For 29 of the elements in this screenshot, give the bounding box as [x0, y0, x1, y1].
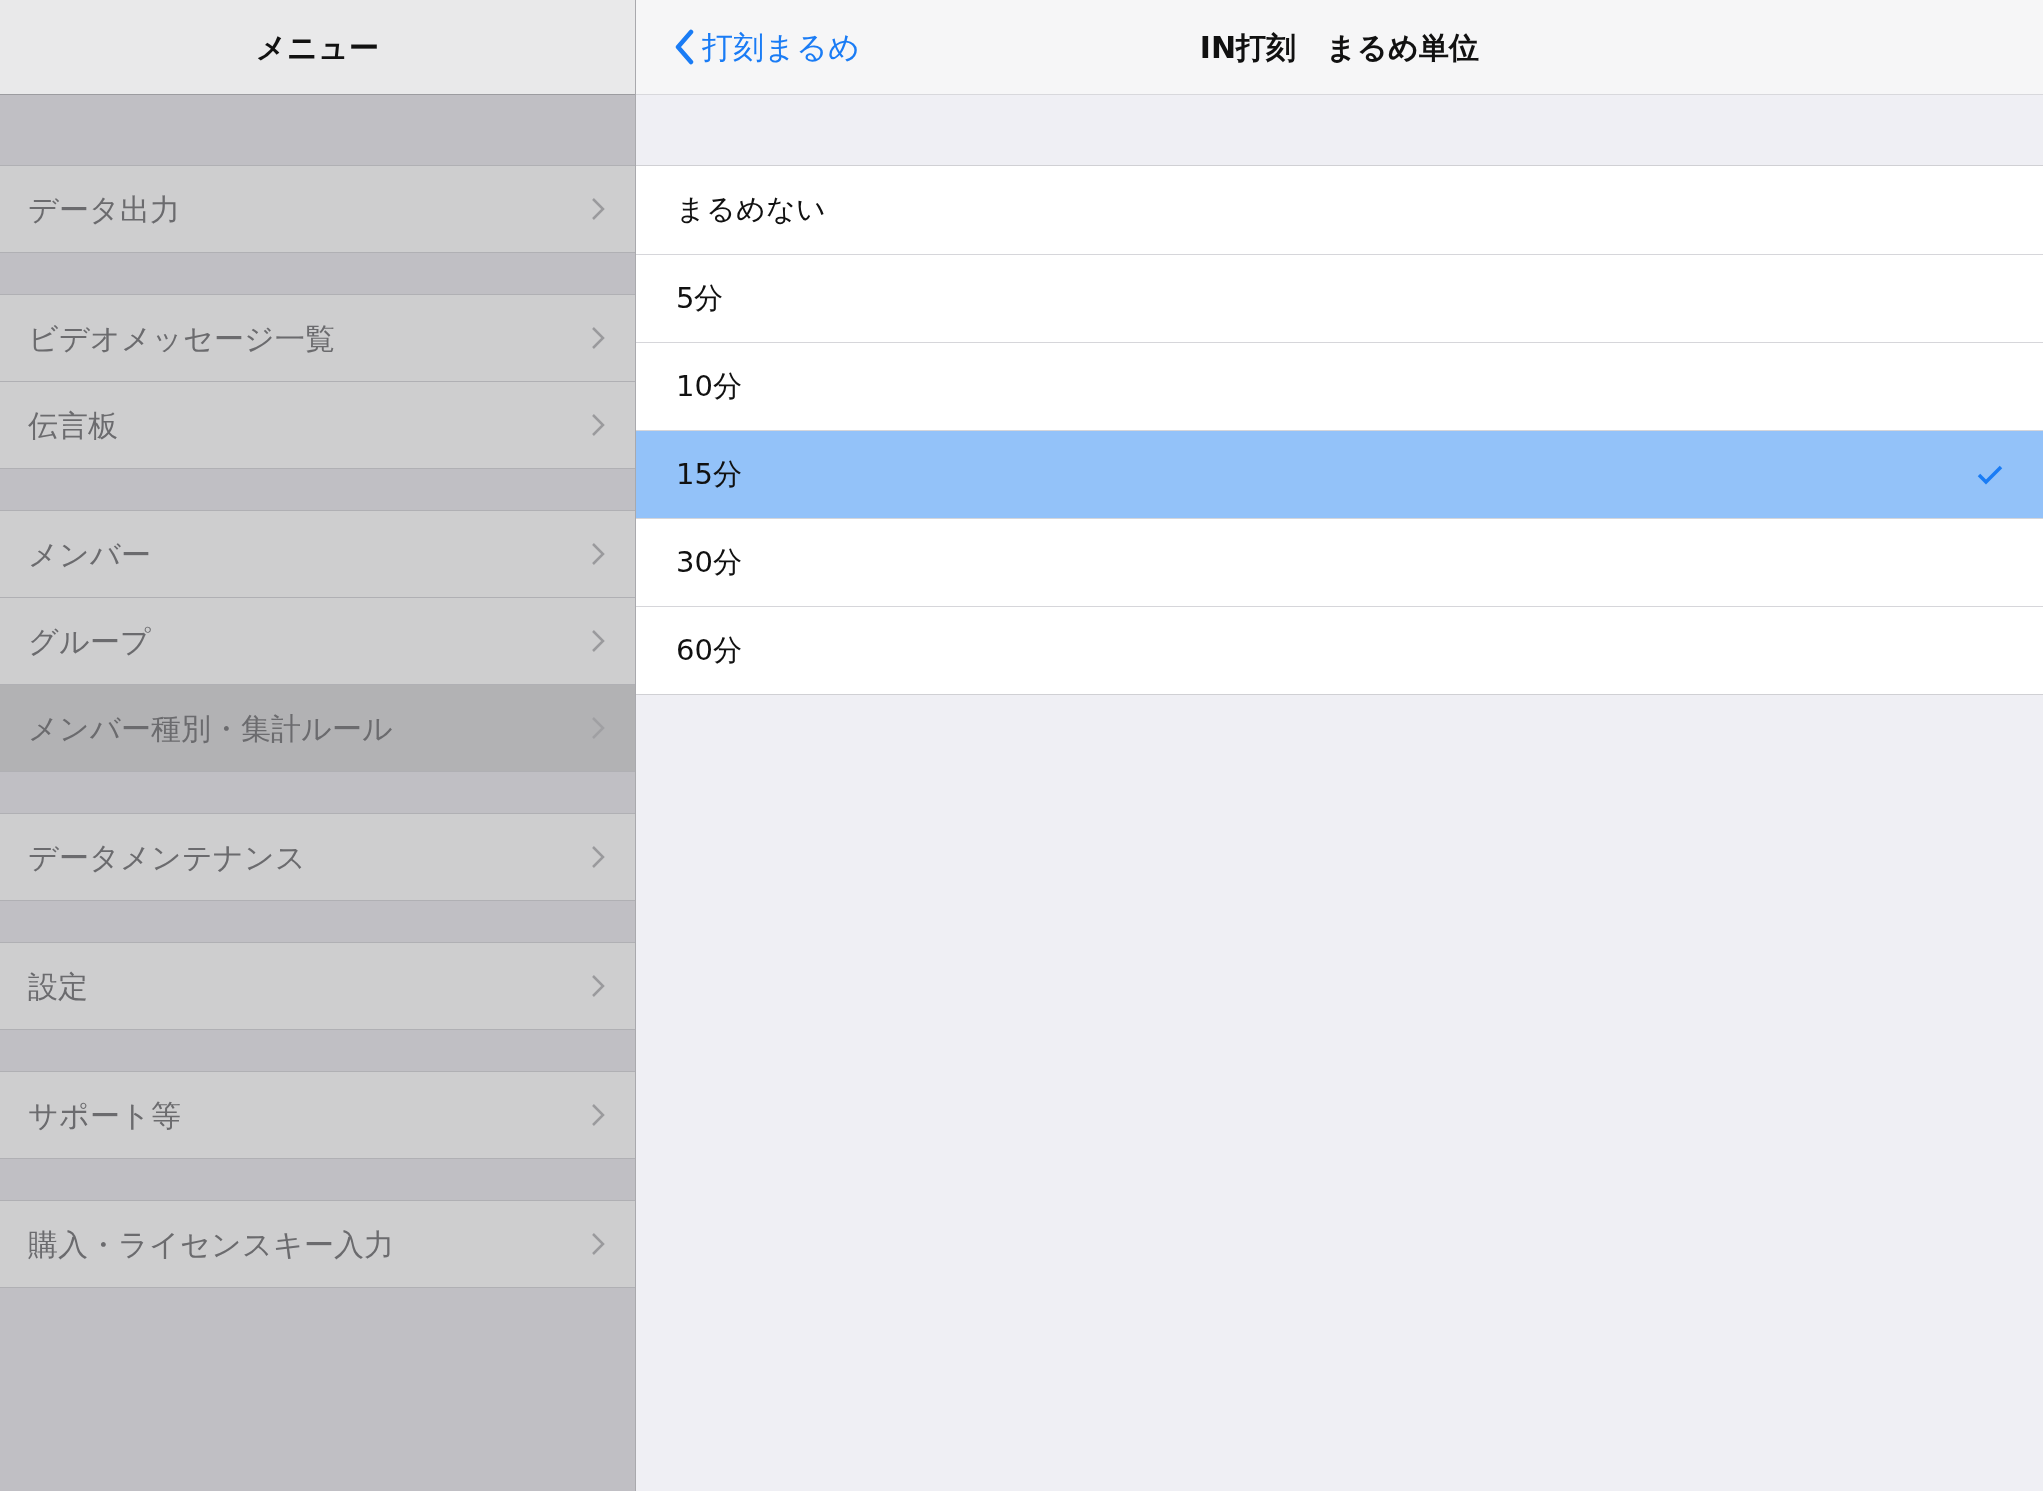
chevron-right-icon: [591, 974, 605, 998]
menu-item[interactable]: ビデオメッセージ一覧: [0, 295, 635, 382]
menu-title: メニュー: [256, 28, 379, 67]
back-button[interactable]: 打刻まるめ: [636, 23, 860, 71]
option-row[interactable]: まるめない: [636, 166, 2043, 254]
menu-item[interactable]: サポート等: [0, 1072, 635, 1159]
option-row[interactable]: 15分: [636, 430, 2043, 518]
menu-item[interactable]: メンバー: [0, 511, 635, 598]
menu-item[interactable]: 設定: [0, 943, 635, 1030]
option-row[interactable]: 5分: [636, 254, 2043, 342]
chevron-right-icon: [591, 542, 605, 566]
menu-item[interactable]: データメンテナンス: [0, 814, 635, 901]
menu-item[interactable]: データ出力: [0, 166, 635, 253]
menu-item[interactable]: グループ: [0, 598, 635, 685]
chevron-left-icon: [674, 29, 694, 65]
checkmark-icon: [1977, 464, 2003, 485]
chevron-right-icon: [591, 326, 605, 350]
option-row[interactable]: 60分: [636, 606, 2043, 694]
page-title: IN打刻 まるめ単位: [1199, 28, 1480, 67]
menu-item[interactable]: メンバー種別・集計ルール: [0, 685, 635, 772]
chevron-right-icon: [591, 197, 605, 221]
option-row[interactable]: 30分: [636, 518, 2043, 606]
menu-item[interactable]: 購入・ライセンスキー入力: [0, 1201, 635, 1288]
chevron-right-icon: [591, 629, 605, 653]
chevron-right-icon: [591, 845, 605, 869]
menu-item[interactable]: 伝言板: [0, 382, 635, 469]
chevron-right-icon: [591, 1232, 605, 1256]
chevron-right-icon: [591, 413, 605, 437]
chevron-right-icon: [591, 1103, 605, 1127]
